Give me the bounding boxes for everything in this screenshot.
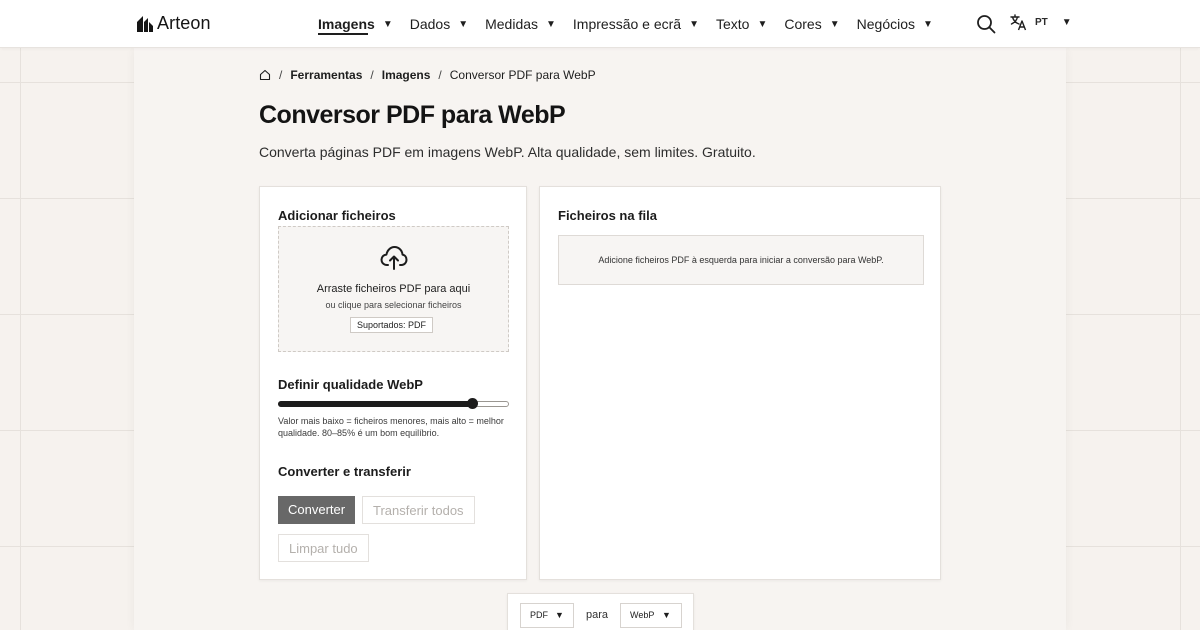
nav-item-texto[interactable]: Texto ▼ <box>716 0 767 48</box>
breadcrumb-separator: / <box>370 68 374 82</box>
language-selector[interactable]: PT ▼ <box>1010 14 1072 31</box>
queue-empty-message: Adicione ficheiros PDF à esquerda para i… <box>558 235 924 285</box>
caret-down-icon: ▼ <box>458 18 469 30</box>
cloud-upload-icon <box>380 246 408 270</box>
breadcrumb-separator: / <box>438 68 442 82</box>
breadcrumb-link-imagens[interactable]: Imagens <box>382 68 431 82</box>
page-subtitle: Converta páginas PDF em imagens WebP. Al… <box>259 144 756 160</box>
caret-down-icon: ▼ <box>1061 17 1072 28</box>
logo-text: Arteon <box>157 13 211 33</box>
caret-down-icon: ▼ <box>829 18 840 30</box>
logo[interactable]: Arteon <box>137 13 211 34</box>
main-nav: Imagens ▼ Dados ▼ Medidas ▼ Impressão e … <box>318 0 950 48</box>
source-format-value: PDF <box>530 610 548 620</box>
dropzone-title: Arraste ficheiros PDF para aqui <box>316 283 471 295</box>
arteon-logo-icon <box>137 15 153 32</box>
caret-down-icon: ▼ <box>555 610 564 620</box>
breadcrumb: / Ferramentas / Imagens / Conversor PDF … <box>259 68 596 82</box>
quality-slider[interactable] <box>278 398 509 409</box>
nav-label: Imagens <box>318 16 375 32</box>
dropzone-subtitle: ou clique para selecionar ficheiros <box>325 300 462 310</box>
caret-down-icon: ▼ <box>662 610 671 620</box>
supported-formats-badge: Suportados: PDF <box>350 317 434 333</box>
caret-down-icon: ▼ <box>757 18 768 30</box>
file-dropzone[interactable]: Arraste ficheiros PDF para aqui ou cliqu… <box>278 226 509 352</box>
nav-item-cores[interactable]: Cores ▼ <box>784 0 839 48</box>
breadcrumb-current: Conversor PDF para WebP <box>449 68 596 82</box>
quality-title: Definir qualidade WebP <box>278 377 423 392</box>
nav-item-medidas[interactable]: Medidas ▼ <box>485 0 556 48</box>
queue-panel: Ficheiros na fila Adicione ficheiros PDF… <box>539 186 941 580</box>
add-files-title: Adicionar ficheiros <box>278 208 396 223</box>
caret-down-icon: ▼ <box>546 18 556 30</box>
breadcrumb-link-ferramentas[interactable]: Ferramentas <box>290 68 362 82</box>
nav-item-impressao-ecra[interactable]: Impressão e ecrã ▼ <box>573 0 699 48</box>
quality-hint: Valor mais baixo = ficheiros menores, ma… <box>278 416 504 438</box>
slider-fill <box>278 401 473 407</box>
upload-settings-panel: Adicionar ficheiros Arraste ficheiros PD… <box>259 186 527 580</box>
nav-label: Medidas <box>485 16 539 32</box>
nav-item-negocios[interactable]: Negócios ▼ <box>857 0 933 48</box>
nav-label: Cores <box>784 16 822 32</box>
nav-item-imagens[interactable]: Imagens ▼ <box>318 0 393 48</box>
nav-label: Dados <box>409 16 451 32</box>
target-format-select[interactable]: WebP ▼ <box>620 603 682 628</box>
home-icon[interactable] <box>259 69 271 81</box>
slider-thumb[interactable] <box>466 398 478 409</box>
breadcrumb-separator: / <box>279 68 283 82</box>
search-button[interactable] <box>976 14 996 34</box>
caret-down-icon: ▼ <box>689 18 699 30</box>
caret-down-icon: ▼ <box>382 18 393 30</box>
nav-item-dados[interactable]: Dados ▼ <box>410 0 468 48</box>
search-icon <box>977 15 996 34</box>
convert-download-title: Converter e transferir <box>278 464 411 479</box>
format-selector-bar: PDF ▼ para WebP ▼ <box>507 593 694 630</box>
page-title: Conversor PDF para WebP <box>259 101 566 129</box>
target-format-value: WebP <box>630 610 655 620</box>
language-code: PT <box>1035 17 1048 28</box>
caret-down-icon: ▼ <box>923 18 933 30</box>
nav-label: Impressão e ecrã <box>572 16 682 32</box>
source-format-select[interactable]: PDF ▼ <box>520 603 574 628</box>
download-all-button[interactable]: Transferir todos <box>362 496 475 524</box>
format-connector: para <box>586 609 609 621</box>
top-navigation-bar: Arteon Imagens ▼ Dados ▼ Medidas ▼ Impre… <box>0 0 1200 48</box>
clear-all-button[interactable]: Limpar tudo <box>278 534 369 562</box>
queue-title: Ficheiros na fila <box>558 208 657 223</box>
nav-label: Texto <box>716 16 750 32</box>
convert-button[interactable]: Converter <box>278 496 356 524</box>
translate-icon <box>1010 14 1027 31</box>
nav-label: Negócios <box>856 16 916 32</box>
